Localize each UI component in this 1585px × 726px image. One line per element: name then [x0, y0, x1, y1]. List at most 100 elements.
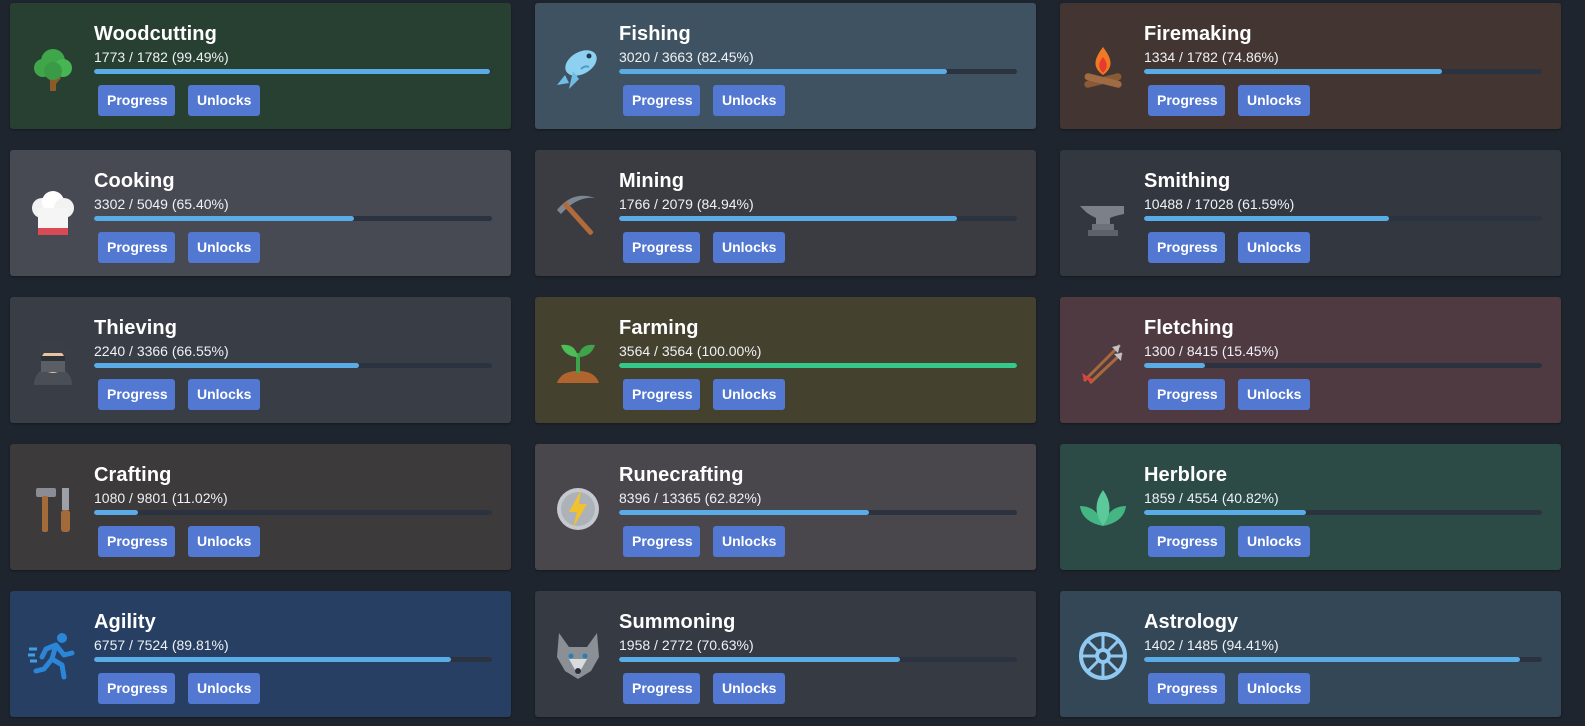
unlocks-button[interactable]: Unlocks — [188, 673, 260, 704]
unlocks-button[interactable]: Unlocks — [188, 232, 260, 263]
progress-fill — [619, 69, 948, 74]
unlocks-button[interactable]: Unlocks — [188, 379, 260, 410]
progress-bar — [1144, 657, 1542, 662]
skill-card-mining: Mining 1766 / 2079 (84.94%) Progress Unl… — [535, 150, 1036, 276]
skill-name: Thieving — [94, 317, 178, 339]
progress-button[interactable]: Progress — [1148, 526, 1225, 557]
progress-bar — [1144, 363, 1542, 368]
progress-button[interactable]: Progress — [623, 232, 700, 263]
progress-button[interactable]: Progress — [98, 673, 175, 704]
unlocks-button[interactable]: Unlocks — [713, 673, 785, 704]
arrows-icon — [1076, 335, 1130, 389]
progress-fill — [619, 216, 958, 221]
tree-icon — [26, 41, 80, 95]
progress-fill — [1144, 510, 1307, 515]
skill-stats: 1859 / 4554 (40.82%) — [1144, 490, 1279, 506]
unlocks-button[interactable]: Unlocks — [1238, 526, 1310, 557]
progress-fill — [1144, 69, 1442, 74]
skill-stats: 3564 / 3564 (100.00%) — [619, 343, 762, 359]
skill-card-crafting: Crafting 1080 / 9801 (11.02%) Progress U… — [10, 444, 511, 570]
progress-fill — [1144, 657, 1520, 662]
unlocks-button[interactable]: Unlocks — [1238, 232, 1310, 263]
progress-bar — [619, 363, 1017, 368]
pickaxe-icon — [551, 188, 605, 242]
progress-button[interactable]: Progress — [98, 526, 175, 557]
progress-bar — [94, 657, 492, 662]
unlocks-button[interactable]: Unlocks — [1238, 379, 1310, 410]
skill-card-thieving: Thieving 2240 / 3366 (66.55%) Progress U… — [10, 297, 511, 423]
skill-name: Fletching — [1144, 317, 1234, 339]
star-wheel-icon — [1076, 629, 1130, 683]
skill-stats: 1766 / 2079 (84.94%) — [619, 196, 754, 212]
progress-bar — [619, 69, 1017, 74]
progress-button[interactable]: Progress — [623, 673, 700, 704]
unlocks-button[interactable]: Unlocks — [1238, 673, 1310, 704]
progress-button[interactable]: Progress — [98, 379, 175, 410]
skill-name: Herblore — [1144, 464, 1228, 486]
skill-stats: 8396 / 13365 (62.82%) — [619, 490, 762, 506]
unlocks-button[interactable]: Unlocks — [713, 85, 785, 116]
skill-name: Agility — [94, 611, 156, 633]
progress-button[interactable]: Progress — [623, 85, 700, 116]
runner-icon — [26, 629, 80, 683]
skill-name: Firemaking — [1144, 23, 1252, 45]
skill-card-herblore: Herblore 1859 / 4554 (40.82%) Progress U… — [1060, 444, 1561, 570]
leaves-icon — [1076, 482, 1130, 536]
skill-name: Farming — [619, 317, 699, 339]
skill-name: Summoning — [619, 611, 736, 633]
progress-fill — [94, 363, 359, 368]
skill-name: Mining — [619, 170, 685, 192]
skill-stats: 2240 / 3366 (66.55%) — [94, 343, 229, 359]
progress-button[interactable]: Progress — [98, 232, 175, 263]
skill-card-cooking: Cooking 3302 / 5049 (65.40%) Progress Un… — [10, 150, 511, 276]
progress-button[interactable]: Progress — [1148, 379, 1225, 410]
progress-bar — [619, 216, 1017, 221]
unlocks-button[interactable]: Unlocks — [188, 526, 260, 557]
anvil-icon — [1076, 188, 1130, 242]
campfire-icon — [1076, 41, 1130, 95]
skill-card-firemaking: Firemaking 1334 / 1782 (74.86%) Progress… — [1060, 3, 1561, 129]
progress-button[interactable]: Progress — [1148, 232, 1225, 263]
skills-grid: Woodcutting 1773 / 1782 (99.49%) Progres… — [0, 0, 1585, 726]
sprout-icon — [551, 335, 605, 389]
unlocks-button[interactable]: Unlocks — [713, 379, 785, 410]
unlocks-button[interactable]: Unlocks — [713, 526, 785, 557]
skill-name: Runecrafting — [619, 464, 744, 486]
skill-name: Woodcutting — [94, 23, 217, 45]
skill-card-fletching: Fletching 1300 / 8415 (15.45%) Progress … — [1060, 297, 1561, 423]
progress-button[interactable]: Progress — [1148, 673, 1225, 704]
progress-fill — [94, 657, 452, 662]
skill-card-smithing: Smithing 10488 / 17028 (61.59%) Progress… — [1060, 150, 1561, 276]
skill-stats: 1402 / 1485 (94.41%) — [1144, 637, 1279, 653]
progress-bar — [1144, 69, 1542, 74]
skill-name: Cooking — [94, 170, 175, 192]
progress-bar — [94, 216, 492, 221]
unlocks-button[interactable]: Unlocks — [188, 85, 260, 116]
skill-card-farming: Farming 3564 / 3564 (100.00%) Progress U… — [535, 297, 1036, 423]
skill-stats: 1958 / 2772 (70.63%) — [619, 637, 754, 653]
progress-fill — [94, 216, 355, 221]
progress-button[interactable]: Progress — [1148, 85, 1225, 116]
thief-icon — [26, 335, 80, 389]
chef-hat-icon — [26, 188, 80, 242]
progress-fill — [619, 657, 901, 662]
unlocks-button[interactable]: Unlocks — [1238, 85, 1310, 116]
progress-button[interactable]: Progress — [623, 379, 700, 410]
progress-fill — [94, 69, 490, 74]
skill-name: Fishing — [619, 23, 691, 45]
skill-card-agility: Agility 6757 / 7524 (89.81%) Progress Un… — [10, 591, 511, 717]
progress-bar — [94, 363, 492, 368]
progress-fill — [619, 363, 1017, 368]
skill-card-woodcutting: Woodcutting 1773 / 1782 (99.49%) Progres… — [10, 3, 511, 129]
skill-stats: 1300 / 8415 (15.45%) — [1144, 343, 1279, 359]
progress-fill — [94, 510, 138, 515]
skill-stats: 1080 / 9801 (11.02%) — [94, 490, 228, 506]
unlocks-button[interactable]: Unlocks — [713, 232, 785, 263]
skill-stats: 1334 / 1782 (74.86%) — [1144, 49, 1279, 65]
progress-button[interactable]: Progress — [623, 526, 700, 557]
progress-button[interactable]: Progress — [98, 85, 175, 116]
skill-stats: 3302 / 5049 (65.40%) — [94, 196, 229, 212]
progress-bar — [94, 510, 492, 515]
skill-card-astrology: Astrology 1402 / 1485 (94.41%) Progress … — [1060, 591, 1561, 717]
progress-fill — [619, 510, 870, 515]
